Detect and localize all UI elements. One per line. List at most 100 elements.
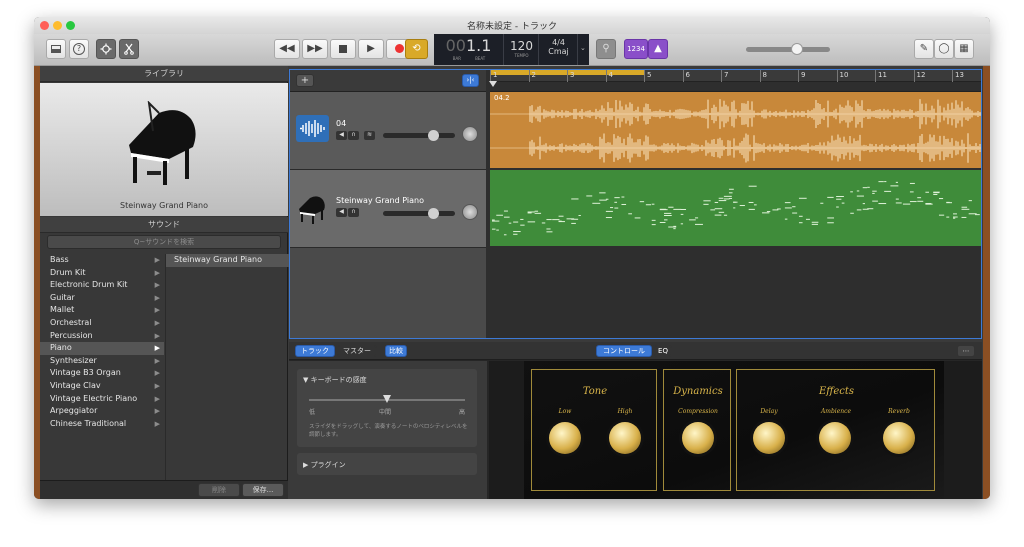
- play-button[interactable]: ▶: [358, 39, 384, 59]
- track-pan-knob[interactable]: [462, 126, 478, 142]
- chevron-right-icon: ▶: [154, 356, 160, 365]
- toolbar: ? ◀◀ ▶▶ ▶ ⟲ 001.1 BAR BEAT 120 TEMPO 4/4…: [34, 34, 990, 66]
- inspector-toggle-button[interactable]: ⋯: [957, 345, 975, 357]
- save-patch-button[interactable]: 保存...: [242, 483, 284, 497]
- keyboard-sensitivity-title[interactable]: ▼ キーボードの感度: [303, 375, 367, 385]
- velocity-slider[interactable]: [309, 395, 465, 403]
- track-volume-knob[interactable]: [428, 130, 439, 141]
- stop-button[interactable]: [330, 39, 356, 59]
- sound-search-input[interactable]: Q~サウンドを検索: [47, 235, 281, 249]
- track-volume-slider[interactable]: [383, 208, 455, 219]
- patch-item[interactable]: Steinway Grand Piano: [166, 254, 289, 267]
- midi-note: [748, 185, 757, 187]
- track-name[interactable]: 04: [336, 119, 346, 128]
- chevron-right-icon: ▶: [154, 281, 160, 290]
- audio-region[interactable]: 04.2: [490, 92, 981, 168]
- tab-eq[interactable]: EQ: [654, 345, 672, 357]
- category-item[interactable]: Mallet ▶: [40, 304, 164, 317]
- rewind-button[interactable]: ◀◀: [274, 39, 300, 59]
- master-volume-knob[interactable]: [790, 43, 803, 55]
- timeline-ruler[interactable]: 1 2 3 4 5 6 7 8 9 10 11 12 13: [490, 70, 981, 82]
- dynamics-group: Dynamics Compression: [663, 369, 731, 491]
- catch-playhead-button[interactable]: ›|‹: [462, 74, 479, 87]
- category-item[interactable]: Chinese Traditional ▶: [40, 418, 164, 431]
- fast-forward-button[interactable]: ▶▶: [302, 39, 328, 59]
- library-button[interactable]: [46, 39, 66, 59]
- compression-knob[interactable]: [682, 422, 714, 454]
- midi-note: [753, 204, 757, 206]
- slider-label-high: 高: [459, 409, 466, 416]
- midi-note: [766, 211, 771, 213]
- category-item[interactable]: Piano ▶: [40, 342, 164, 355]
- track-header-piano[interactable]: Steinway Grand Piano ◀ ∩: [290, 170, 486, 248]
- reverb-knob[interactable]: [883, 422, 915, 454]
- lcd-display[interactable]: 001.1 BAR BEAT 120 TEMPO 4/4 Cmaj ⌄: [434, 34, 589, 65]
- low-knob[interactable]: [549, 422, 581, 454]
- category-item[interactable]: Vintage B3 Organ ▶: [40, 367, 164, 380]
- category-item[interactable]: Vintage Clav ▶: [40, 380, 164, 393]
- tab-track[interactable]: トラック: [295, 345, 335, 357]
- plugins-section[interactable]: ▶ プラグイン: [297, 453, 477, 475]
- category-item[interactable]: Guitar ▶: [40, 292, 164, 305]
- mute-button[interactable]: ◀: [336, 131, 347, 140]
- loop-browser-button[interactable]: ◯: [934, 39, 954, 59]
- cycle-button[interactable]: ⟲: [405, 39, 428, 59]
- compare-button[interactable]: 比較: [385, 345, 407, 357]
- add-track-button[interactable]: +: [296, 74, 314, 87]
- master-volume-slider[interactable]: [746, 43, 830, 55]
- midi-note: [748, 208, 755, 210]
- category-item[interactable]: Orchestral ▶: [40, 317, 164, 330]
- tab-master[interactable]: マスター: [337, 345, 377, 357]
- mute-button[interactable]: ◀: [336, 208, 347, 217]
- lcd-menu-chevron-icon[interactable]: ⌄: [580, 44, 586, 52]
- category-item[interactable]: Percussion ▶: [40, 330, 164, 343]
- count-in-button[interactable]: 1234: [624, 39, 648, 59]
- track-name[interactable]: Steinway Grand Piano: [336, 196, 424, 205]
- midi-note: [651, 203, 655, 205]
- category-item[interactable]: Bass ▶: [40, 254, 164, 267]
- solo-button[interactable]: ∩: [348, 208, 359, 217]
- midi-note: [784, 207, 792, 209]
- category-label: Chinese Traditional: [50, 418, 127, 428]
- tab-controls[interactable]: コントロール: [596, 345, 652, 357]
- ruler-bar-number: 3: [567, 70, 574, 82]
- delete-button[interactable]: 削除: [198, 483, 240, 497]
- midi-note: [728, 188, 734, 190]
- tuner-button[interactable]: ⚲: [596, 39, 616, 59]
- metronome-button[interactable]: ▲: [648, 39, 668, 59]
- midi-region[interactable]: [490, 170, 981, 246]
- category-item[interactable]: Synthesizer ▶: [40, 355, 164, 368]
- input-monitor-button[interactable]: ≋: [364, 131, 375, 140]
- ambience-label: Ambience: [820, 408, 852, 415]
- track-volume-slider[interactable]: [383, 130, 455, 141]
- midi-note: [878, 203, 887, 205]
- category-item[interactable]: Arpeggiator ▶: [40, 405, 164, 418]
- media-browser-button[interactable]: ▦: [954, 39, 974, 59]
- audio-track-icon: [296, 115, 329, 142]
- category-item[interactable]: Electronic Drum Kit ▶: [40, 279, 164, 292]
- midi-note: [703, 203, 709, 205]
- notepad-button[interactable]: ✎: [914, 39, 934, 59]
- track-volume-knob[interactable]: [428, 208, 439, 219]
- chevron-right-icon: ▶: [154, 369, 160, 378]
- track-pan-knob[interactable]: [462, 204, 478, 220]
- category-label: Orchestral: [50, 318, 92, 327]
- midi-note: [968, 213, 977, 215]
- midi-note: [605, 217, 612, 219]
- track-header-audio[interactable]: 04 ◀ ∩ ≋: [290, 92, 486, 170]
- help-button[interactable]: ?: [69, 39, 89, 59]
- ambience-knob[interactable]: [819, 422, 851, 454]
- midi-note: [527, 211, 535, 213]
- delay-knob[interactable]: [753, 422, 785, 454]
- editors-button[interactable]: [119, 39, 139, 59]
- velocity-slider-thumb[interactable]: [383, 395, 391, 403]
- high-knob[interactable]: [609, 422, 641, 454]
- playhead-icon[interactable]: [489, 81, 497, 87]
- solo-button[interactable]: ∩: [348, 131, 359, 140]
- smart-controls-button[interactable]: [96, 39, 116, 59]
- category-label: Guitar: [50, 292, 75, 302]
- midi-note: [890, 185, 899, 187]
- smart-controls-header: トラック マスター 比較 コントロール EQ ⋯: [289, 342, 982, 360]
- category-item[interactable]: Drum Kit ▶: [40, 267, 164, 280]
- category-item[interactable]: Vintage Electric Piano ▶: [40, 393, 164, 406]
